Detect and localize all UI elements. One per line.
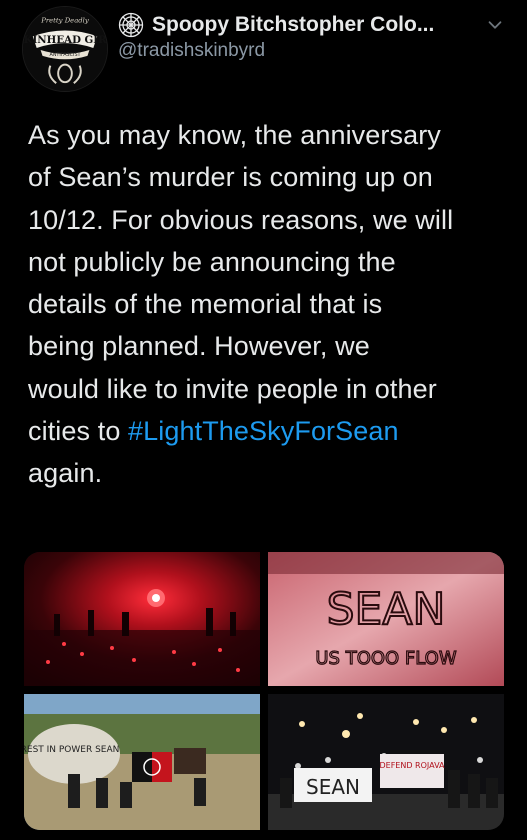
- tweet-line: not publicly be announcing the: [28, 246, 396, 277]
- media-photo-flares[interactable]: [24, 552, 260, 686]
- tweet-line: 10/12. For obvious reasons, we will: [28, 204, 454, 235]
- svg-text:SEAN: SEAN: [306, 775, 360, 799]
- media-grid: SEAN US TOOO FLOW REST IN POWER SEAN SEA…: [24, 552, 504, 830]
- chevron-down-icon[interactable]: [484, 14, 506, 36]
- spider-web-icon: [118, 12, 144, 38]
- svg-text:Pretty Deadly: Pretty Deadly: [40, 17, 89, 25]
- tweet-line: again.: [28, 458, 103, 489]
- user-handle[interactable]: @tradishskinbyrd: [118, 40, 265, 62]
- avatar-logo: Pretty Deadly SKINHEAD GIRL ANTIFASCIST: [23, 7, 107, 91]
- svg-text:ANTIFASCIST: ANTIFASCIST: [49, 52, 80, 58]
- media-photo-march[interactable]: SEAN DEFEND ROJAVA: [268, 694, 504, 830]
- hashtag-link[interactable]: #LightTheSkyForSean: [128, 416, 399, 446]
- tweet-line: would like to invite people in other: [28, 373, 437, 404]
- svg-text:REST IN POWER SEAN: REST IN POWER SEAN: [24, 745, 119, 755]
- author-name-row[interactable]: Spoopy Bitchstopher Colo...: [118, 10, 434, 40]
- tweet-line: details of the memorial that is: [28, 289, 383, 320]
- tweet-line: cities to #LightTheSkyForSean: [28, 410, 508, 452]
- svg-text:US TOOO FLOW: US TOOO FLOW: [315, 648, 456, 669]
- svg-text:SKINHEAD GIRL: SKINHEAD GIRL: [23, 34, 107, 46]
- display-name[interactable]: Spoopy Bitchstopher Colo...: [152, 13, 434, 37]
- tweet: Pretty Deadly SKINHEAD GIRL ANTIFASCIST: [0, 0, 527, 840]
- media-photo-graffiti[interactable]: SEAN US TOOO FLOW: [268, 552, 504, 686]
- tweet-text: As you may know, the anniversary of Sean…: [28, 114, 508, 495]
- avatar[interactable]: Pretty Deadly SKINHEAD GIRL ANTIFASCIST: [22, 6, 108, 92]
- tweet-line: being planned. However, we: [28, 331, 370, 362]
- tweet-line: As you may know, the anniversary: [28, 120, 441, 150]
- svg-text:DEFEND ROJAVA: DEFEND ROJAVA: [379, 761, 445, 770]
- tweet-text-segment: cities to: [28, 416, 129, 447]
- tweet-line: of Sean’s murder is coming up on: [28, 162, 433, 193]
- svg-text:SEAN: SEAN: [327, 584, 446, 635]
- media-photo-rock[interactable]: REST IN POWER SEAN: [24, 694, 260, 830]
